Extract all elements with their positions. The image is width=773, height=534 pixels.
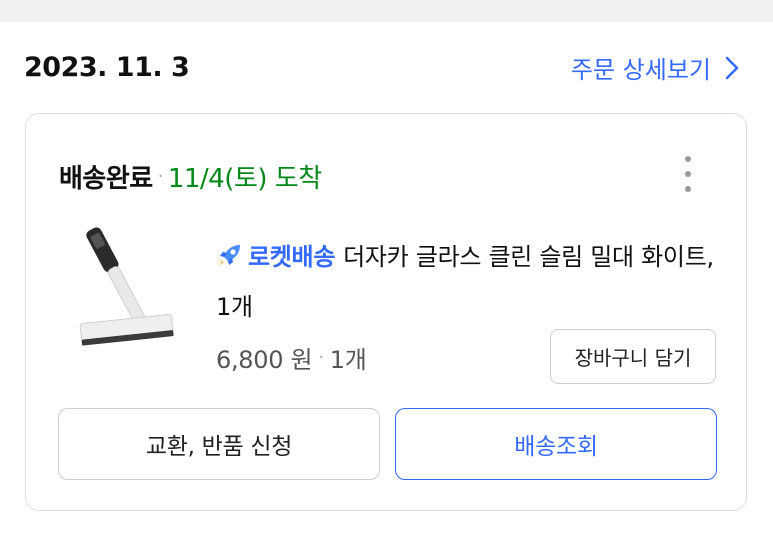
price-row: 6,800 원 · 1개	[216, 340, 367, 375]
order-card: 배송완료 · 11/4(토) 도착 로켓배송 더자카 글라스 클린 슬림 밀대 …	[25, 113, 747, 511]
chevron-right-icon	[725, 56, 739, 80]
add-to-cart-button[interactable]: 장바구니 담기	[550, 329, 716, 384]
product-price: 6,800 원	[216, 346, 313, 374]
price-separator: ·	[318, 347, 324, 368]
more-vertical-icon[interactable]	[682, 156, 694, 192]
product-image[interactable]	[71, 227, 181, 367]
delivery-status: 배송완료	[59, 164, 153, 194]
product-title[interactable]: 로켓배송 더자카 글라스 클린 슬림 밀대 화이트, 1개	[216, 234, 726, 330]
order-detail-link-label: 주문 상세보기	[570, 56, 711, 84]
product-quantity: 1개	[329, 346, 367, 374]
top-divider-band	[0, 0, 773, 22]
product-info: 로켓배송 더자카 글라스 클린 슬림 밀대 화이트, 1개	[216, 234, 726, 330]
delivery-status-row: 배송완료 · 11/4(토) 도착	[59, 158, 322, 195]
delivery-tracking-button[interactable]: 배송조회	[395, 408, 717, 480]
order-detail-link[interactable]: 주문 상세보기	[571, 50, 739, 85]
status-separator: ·	[157, 166, 164, 187]
rocket-delivery-badge: 로켓배송	[248, 243, 336, 271]
rocket-icon	[216, 238, 244, 284]
order-date: 2023. 11. 3	[24, 52, 190, 83]
exchange-return-button[interactable]: 교환, 반품 신청	[58, 408, 380, 480]
arrival-date: 11/4(토) 도착	[167, 164, 322, 194]
